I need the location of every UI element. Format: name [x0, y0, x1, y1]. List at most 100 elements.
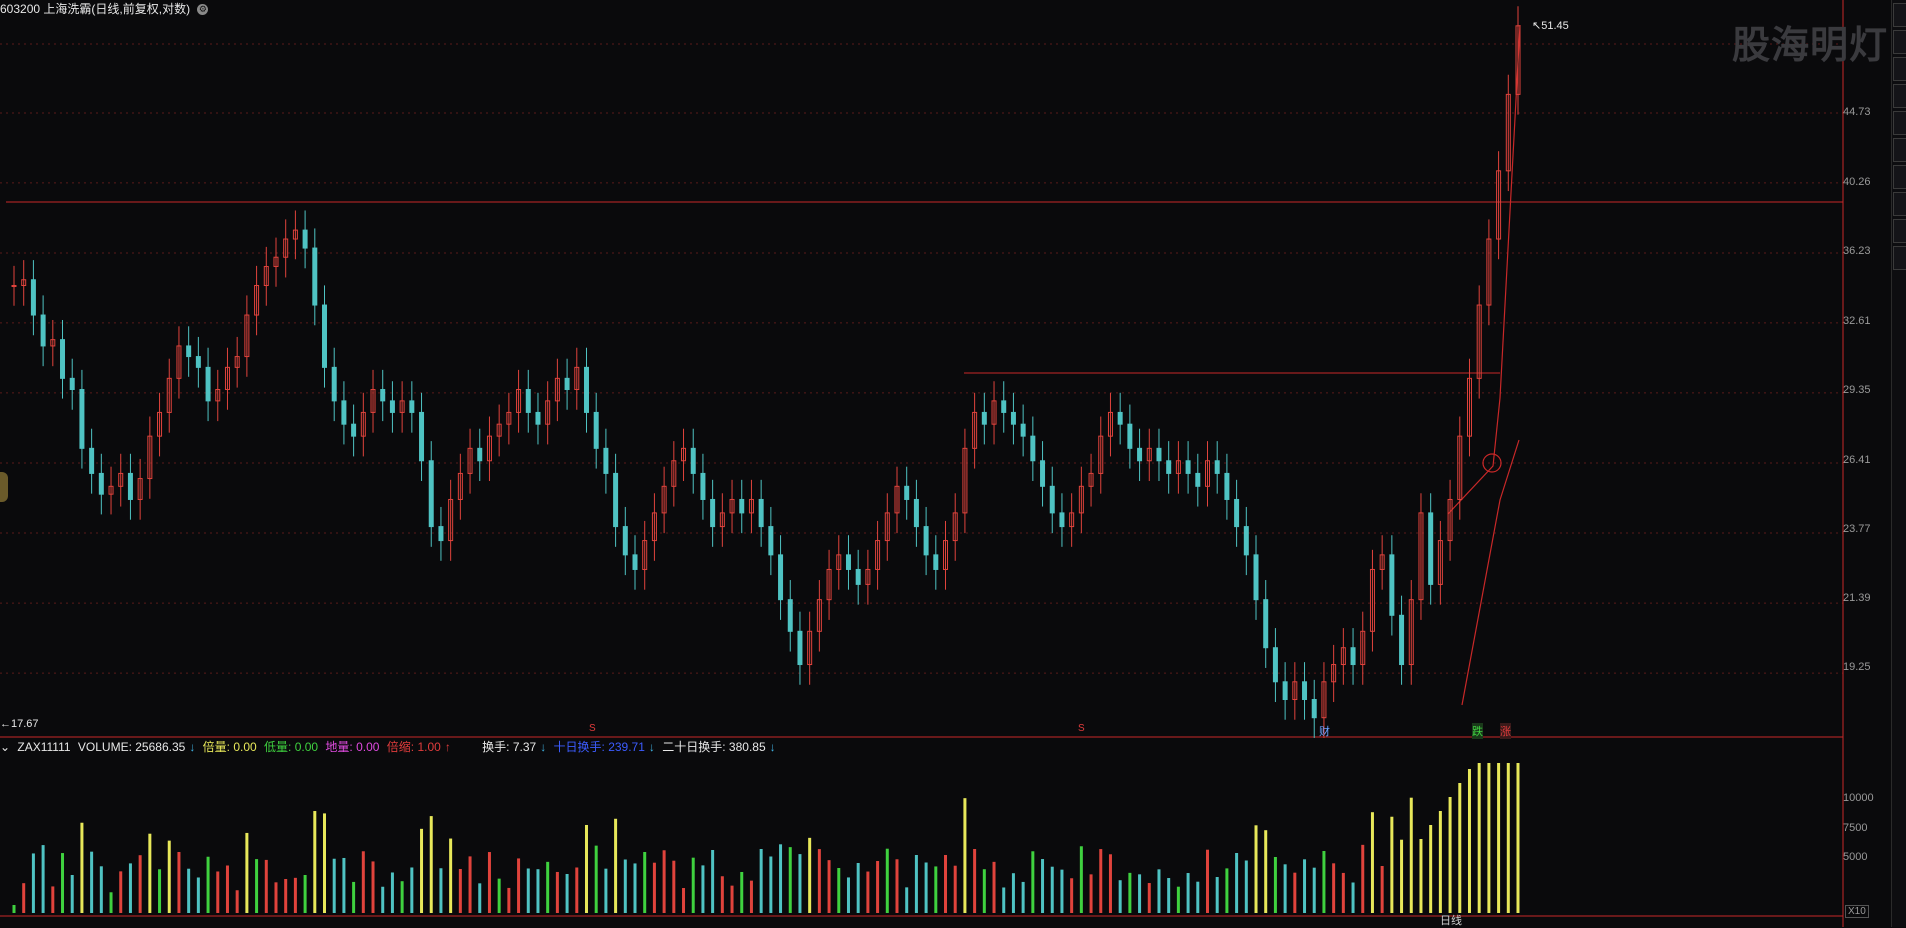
- period-tab[interactable]: 日线: [1440, 912, 1462, 928]
- toolbar-button[interactable]: [1893, 219, 1906, 243]
- settings-icon[interactable]: ⚙: [197, 4, 209, 16]
- diliang2-value: 地量: 0.00: [325, 740, 380, 754]
- price-tick: 26.41: [1843, 454, 1871, 466]
- volume-bar: [846, 877, 850, 913]
- volume-bar: [973, 849, 977, 913]
- candlestick-series: [11, 6, 1521, 738]
- volume-bar: [1147, 883, 1151, 913]
- volume-bar: [1108, 854, 1112, 913]
- volume-bar: [323, 813, 327, 913]
- price-tick: 40.26: [1843, 176, 1871, 188]
- toolbar-button[interactable]: [1893, 165, 1906, 189]
- volume-bar: [458, 869, 462, 913]
- toolbar-button[interactable]: [1893, 30, 1906, 54]
- volume-bar: [1031, 851, 1035, 913]
- toolbar-button[interactable]: [1893, 84, 1906, 108]
- volume-bar: [390, 872, 394, 913]
- volume-bar: [1128, 872, 1132, 913]
- toolbar-button[interactable]: [1893, 138, 1906, 162]
- volume-bar: [1186, 873, 1190, 913]
- stock-code: 603200: [0, 2, 41, 16]
- price-tick: 23.77: [1843, 523, 1871, 535]
- candle-body: [768, 526, 774, 556]
- volume-bar: [691, 857, 695, 913]
- stock-chart[interactable]: [0, 0, 1906, 927]
- trend-line: [1461, 439, 1520, 706]
- volume-bar: [1361, 844, 1365, 913]
- candle-body: [1040, 460, 1046, 487]
- volume-bar: [749, 880, 753, 913]
- expand-panel-handle[interactable]: [0, 472, 8, 502]
- volume-bar: [914, 855, 918, 913]
- volume-unit: X10: [1845, 905, 1869, 918]
- toolbar-button[interactable]: [1893, 57, 1906, 81]
- right-toolbar: [1891, 0, 1906, 927]
- volume-bar: [963, 798, 967, 913]
- indicator-name[interactable]: ZAX11111: [17, 740, 70, 754]
- toolbar-button[interactable]: [1893, 192, 1906, 216]
- candle-body: [389, 400, 395, 413]
- volume-bar: [798, 854, 802, 913]
- volume-bar: [1487, 763, 1491, 913]
- volume-bar: [672, 860, 676, 913]
- volume-bar: [1176, 886, 1180, 913]
- volume-bar: [332, 858, 336, 913]
- candle-body: [923, 526, 929, 556]
- volume-bar: [866, 871, 870, 913]
- candle-body: [30, 279, 36, 316]
- twenty-day-turnover: 二十日换手: 380.85: [662, 740, 766, 754]
- toolbar-button[interactable]: [1893, 246, 1906, 270]
- volume-bar: [1118, 880, 1122, 913]
- candle-body: [60, 339, 66, 379]
- candle-body: [1117, 411, 1123, 425]
- volume-bar: [255, 859, 259, 913]
- volume-bar: [410, 867, 414, 913]
- volume-bar: [1283, 864, 1287, 913]
- volume-legend: ⌄ ZAX11111 VOLUME: 25686.35 ↓ 倍量: 0.00 低量…: [0, 739, 780, 755]
- volume-bar: [138, 855, 142, 913]
- candle-body: [583, 366, 589, 413]
- volume-bar: [225, 865, 229, 913]
- toolbar-button[interactable]: [1893, 3, 1906, 27]
- candle-body: [477, 447, 483, 462]
- volume-bar: [1089, 874, 1093, 913]
- candle-body: [1224, 472, 1230, 500]
- candle-body: [1263, 599, 1269, 649]
- signal-marker: S: [589, 723, 596, 734]
- volume-bar: [90, 851, 94, 913]
- volume-bar: [313, 811, 317, 913]
- volume-bar: [158, 869, 162, 913]
- volume-bar: [439, 868, 443, 913]
- candle-body: [787, 599, 793, 632]
- candle-body: [1010, 411, 1016, 425]
- candle-body: [40, 314, 46, 347]
- volume-bar: [536, 869, 540, 913]
- rise-marker: 涨: [1500, 723, 1511, 739]
- candle-body: [89, 447, 95, 474]
- volume-bar: [1516, 763, 1520, 913]
- candle-body: [205, 366, 211, 402]
- volume-bar: [953, 865, 957, 913]
- volume-bar: [1467, 769, 1471, 913]
- volume-bar: [1264, 830, 1268, 913]
- candle-body: [1049, 485, 1055, 514]
- volume-bar: [206, 856, 210, 913]
- candle-body: [1234, 498, 1240, 528]
- volume-bar: [1070, 878, 1074, 913]
- chevron-down-icon[interactable]: ⌄: [0, 740, 10, 754]
- volume-bar: [284, 879, 288, 913]
- candle-body: [904, 485, 910, 500]
- volume-bars: [12, 763, 1520, 913]
- volume-bar: [1225, 868, 1229, 913]
- down-arrow-icon: ↓: [540, 740, 547, 754]
- candle-body: [845, 554, 851, 570]
- volume-bar: [119, 871, 123, 913]
- volume-value: VOLUME: 25686.35: [77, 740, 186, 754]
- candle-body: [11, 285, 17, 288]
- candle-body: [525, 389, 531, 413]
- toolbar-button[interactable]: [1893, 111, 1906, 135]
- volume-bar: [1050, 866, 1054, 913]
- candle-body: [1253, 554, 1259, 601]
- candle-body: [1311, 699, 1317, 719]
- volume-bar: [652, 862, 656, 913]
